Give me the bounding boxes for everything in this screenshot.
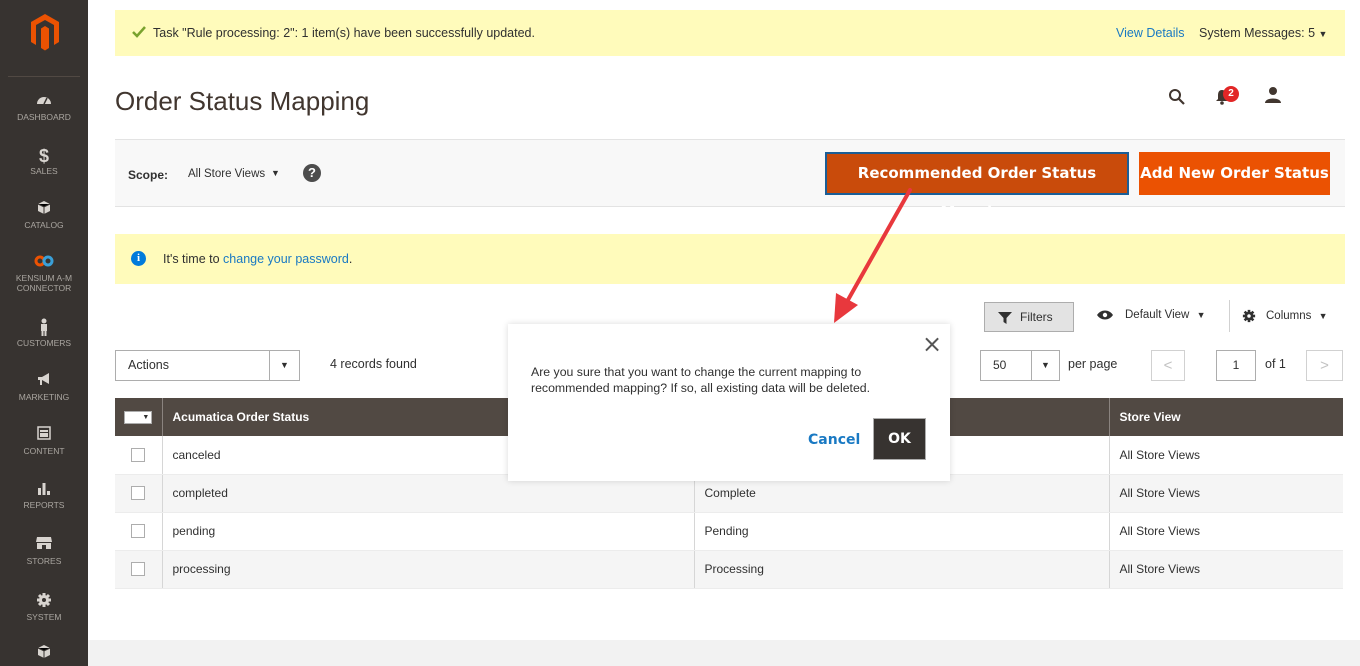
- store-view-cell: All Store Views: [1109, 512, 1343, 551]
- infinity-icon: [0, 253, 88, 273]
- box-icon: [0, 200, 88, 220]
- row-checkbox[interactable]: [131, 562, 146, 577]
- confirm-mapping-modal: × Are you sure that you want to change t…: [508, 324, 950, 481]
- view-details-link[interactable]: View Details: [1116, 26, 1185, 40]
- modal-question: Are you sure that you want to change the…: [531, 365, 871, 395]
- bar-chart-icon: [0, 480, 88, 500]
- mass-select-header: ▼: [115, 398, 163, 436]
- caret-down-icon: ▼: [1318, 29, 1328, 39]
- footer-area: [88, 640, 1360, 666]
- megaphone-icon: [0, 372, 88, 392]
- gear-icon: [0, 592, 88, 612]
- table-row: processing Processing All Store Views: [115, 550, 1343, 589]
- previous-page-button[interactable]: <: [1151, 350, 1185, 381]
- nav-catalog[interactable]: CATALOG: [0, 200, 88, 230]
- notifications-button[interactable]: 2: [1214, 86, 1244, 106]
- system-messages-toggle[interactable]: System Messages: 5 ▼: [1199, 26, 1327, 40]
- notification-count-badge: 2: [1223, 86, 1239, 102]
- add-new-order-status-button[interactable]: Add New Order Status: [1139, 152, 1330, 195]
- acumatica-status-cell: processing: [162, 550, 695, 589]
- filters-button[interactable]: Filters: [984, 302, 1074, 332]
- notice-text: It's time to change your password.: [163, 252, 353, 266]
- per-page-select[interactable]: 50 ▼: [980, 350, 1060, 381]
- success-message: Task "Rule processing: 2": 1 item(s) hav…: [153, 26, 535, 40]
- nav-customers[interactable]: CUSTOMERS: [0, 318, 88, 348]
- nav-reports[interactable]: REPORTS: [0, 480, 88, 510]
- magento-logo[interactable]: [29, 12, 61, 52]
- funnel-icon: [998, 312, 1012, 324]
- person-icon: [0, 318, 88, 338]
- mass-select-checkbox[interactable]: ▼: [124, 411, 153, 425]
- caret-down-icon: ▼: [142, 414, 150, 422]
- admin-sidebar: DASHBOARD $ SALES CATALOG KENSIUM A-M CO…: [0, 0, 88, 666]
- logo-divider: [8, 76, 80, 77]
- close-icon[interactable]: ×: [922, 332, 942, 356]
- nav-sales[interactable]: $ SALES: [0, 146, 88, 176]
- page-number-input[interactable]: 1: [1216, 350, 1256, 381]
- acumatica-status-cell: pending: [162, 512, 695, 551]
- help-icon[interactable]: ?: [303, 164, 321, 182]
- caret-down-icon: ▼: [269, 351, 299, 380]
- column-header-store-view[interactable]: Store View: [1109, 398, 1343, 436]
- caret-down-icon[interactable]: ▼: [271, 168, 280, 178]
- nav-marketing[interactable]: MARKETING: [0, 372, 88, 402]
- row-checkbox[interactable]: [131, 448, 146, 463]
- nav-kensium-connector[interactable]: KENSIUM A-M CONNECTOR: [0, 253, 88, 293]
- table-row: pending Pending All Store Views: [115, 512, 1343, 551]
- caret-down-icon: ▼: [1318, 311, 1328, 322]
- row-checkbox[interactable]: [131, 486, 146, 501]
- system-message-bar: Task "Rule processing: 2": 1 item(s) hav…: [115, 10, 1345, 56]
- nav-dashboard[interactable]: DASHBOARD: [0, 92, 88, 122]
- scope-label: Scope:: [128, 168, 169, 182]
- nav-stores[interactable]: STORES: [0, 536, 88, 566]
- store-view-cell: All Store Views: [1109, 436, 1343, 475]
- eye-icon: [1097, 310, 1113, 320]
- user-account-icon[interactable]: [1264, 86, 1282, 104]
- magento-status-cell: Pending: [694, 512, 1110, 551]
- magento-status-cell: Processing: [694, 550, 1110, 589]
- page-title: Order Status Mapping: [115, 86, 370, 116]
- store-view-cell: All Store Views: [1109, 474, 1343, 513]
- records-found: 4 records found: [330, 357, 417, 371]
- next-page-button[interactable]: >: [1306, 350, 1343, 381]
- scope-bar: Scope: All Store Views ▼ ? Recommended O…: [115, 139, 1345, 221]
- search-icon[interactable]: [1168, 88, 1186, 106]
- dollar-icon: $: [38, 146, 49, 166]
- nav-extra[interactable]: [0, 644, 88, 664]
- per-page-label: per page: [1068, 357, 1118, 371]
- scope-switcher[interactable]: All Store Views: [188, 168, 265, 180]
- gear-icon: [1242, 309, 1256, 323]
- row-checkbox[interactable]: [131, 524, 146, 539]
- box-icon: [0, 644, 88, 664]
- cancel-button[interactable]: Cancel: [808, 432, 860, 448]
- caret-down-icon: ▼: [1196, 310, 1206, 320]
- nav-system[interactable]: SYSTEM: [0, 592, 88, 622]
- store-view-cell: All Store Views: [1109, 550, 1343, 589]
- nav-content[interactable]: CONTENT: [0, 426, 88, 456]
- checkmark-icon: [132, 26, 146, 38]
- actions-dropdown[interactable]: Actions ▼: [115, 350, 300, 381]
- dashboard-icon: [0, 92, 88, 112]
- caret-down-icon: ▼: [1031, 351, 1059, 380]
- chevron-left-icon: <: [1163, 357, 1173, 374]
- page-total: of 1: [1265, 357, 1286, 371]
- layout-icon: [0, 426, 88, 446]
- columns-dropdown[interactable]: Columns ▼: [1242, 309, 1328, 323]
- ok-button[interactable]: OK: [873, 418, 926, 460]
- annotation-arrow: [834, 188, 912, 323]
- change-password-link[interactable]: change your password: [223, 252, 349, 266]
- storefront-icon: [0, 536, 88, 556]
- password-notice: i It's time to change your password.: [115, 234, 1345, 284]
- default-view-dropdown[interactable]: Default View ▼: [1097, 309, 1205, 321]
- toolbar-divider: [1229, 300, 1230, 332]
- info-icon: i: [131, 251, 146, 266]
- chevron-right-icon: >: [1320, 357, 1329, 374]
